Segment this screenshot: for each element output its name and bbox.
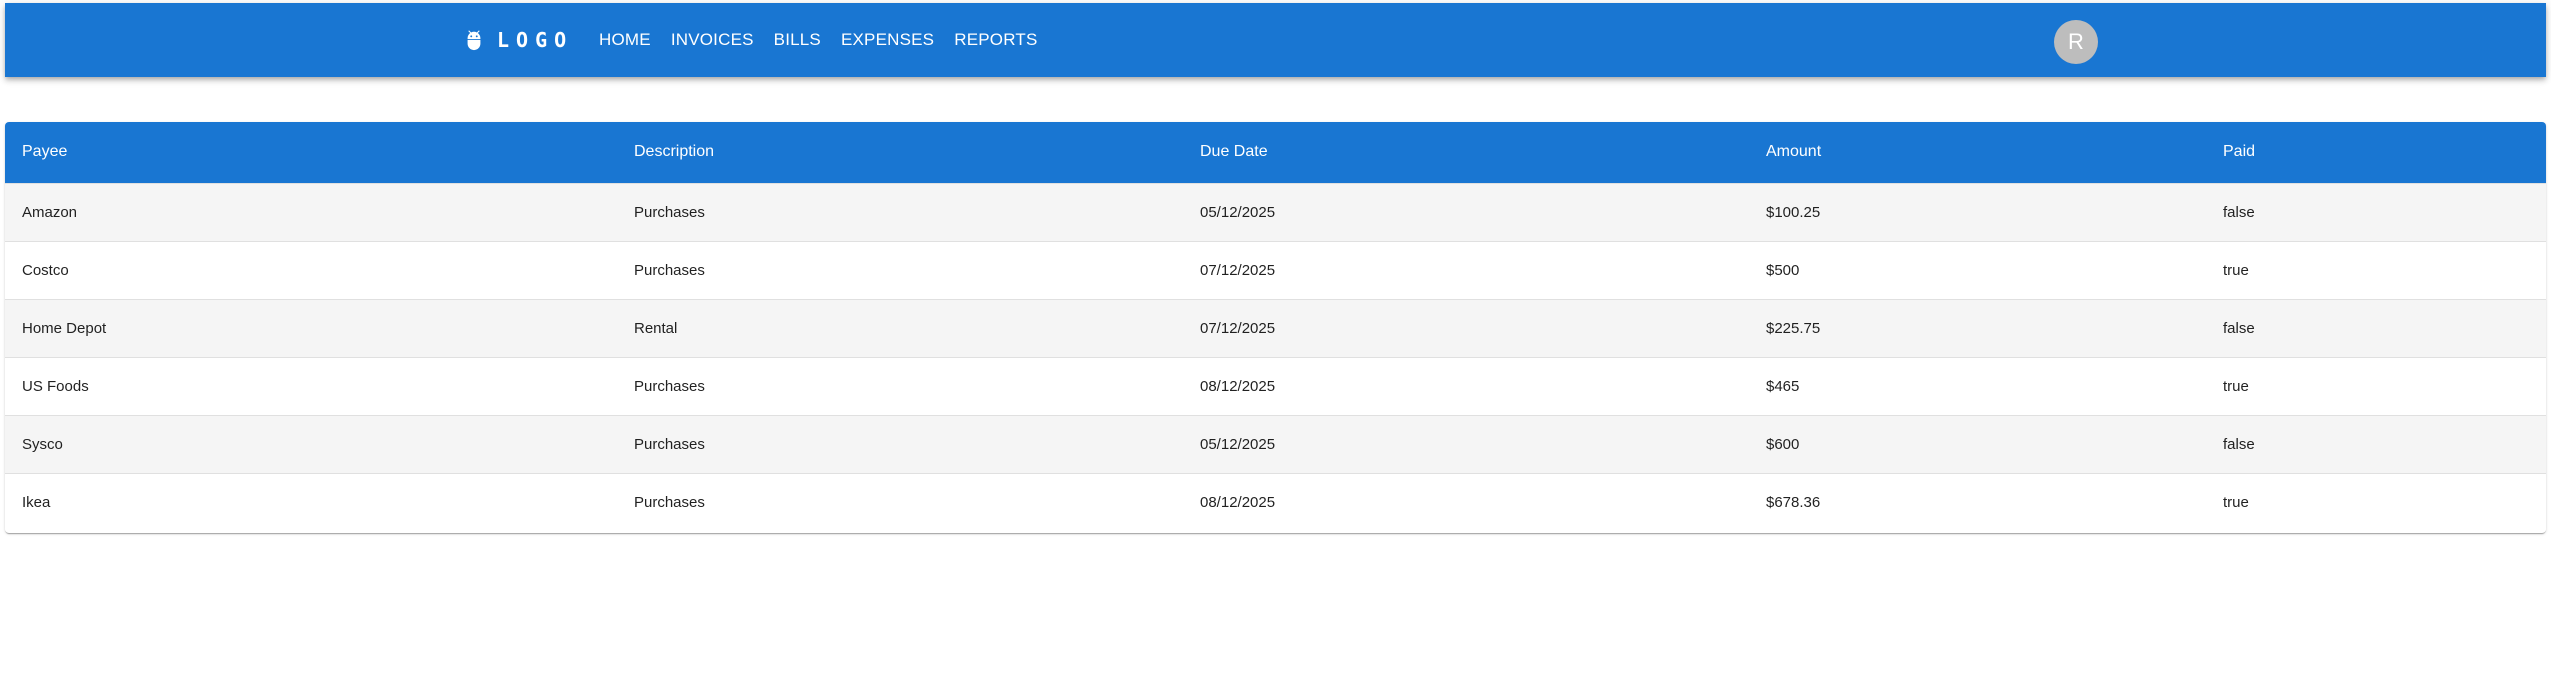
cell-payee: US Foods [22,377,89,395]
brand[interactable]: LOGO [461,3,573,77]
cell-amount: $465 [1766,377,1800,395]
table-row: Amazon Purchases 05/12/2025 $100.25 fals… [5,183,2546,241]
bills-table-container: Payee Description Due Date Amount Paid A… [5,122,2546,533]
cell-description: Purchases [634,261,705,279]
table-row: Costco Purchases 07/12/2025 $500 true [5,241,2546,299]
cell-payee: Amazon [22,203,78,221]
nav-home[interactable]: HOME [589,20,661,60]
cell-description: Purchases [634,203,705,221]
cell-due-date: 05/12/2025 [1200,203,1276,221]
adb-icon [461,27,487,53]
table-row: Home Depot Rental 07/12/2025 $225.75 fal… [5,299,2546,357]
table-row: Ikea Purchases 08/12/2025 $678.36 true [5,473,2546,531]
cell-description: Purchases [634,377,705,395]
cell-paid: false [2223,319,2255,337]
cell-due-date: 05/12/2025 [1200,435,1276,453]
cell-paid: false [2223,203,2255,221]
cell-payee: Home Depot [22,319,107,337]
cell-payee: Sysco [22,435,63,453]
nav-expenses[interactable]: EXPENSES [831,20,944,60]
cell-amount: $100.25 [1766,203,1821,221]
cell-paid: true [2223,377,2249,395]
cell-amount: $500 [1766,261,1800,279]
cell-amount: $225.75 [1766,319,1821,337]
cell-payee: Costco [22,261,69,279]
column-header-amount: Amount [1766,143,1822,161]
table-row: US Foods Purchases 08/12/2025 $465 true [5,357,2546,415]
nav-reports[interactable]: REPORTS [944,20,1047,60]
cell-payee: Ikea [22,493,51,511]
nav-invoices[interactable]: INVOICES [661,20,764,60]
cell-due-date: 07/12/2025 [1200,261,1276,279]
cell-description: Purchases [634,493,705,511]
column-header-due-date: Due Date [1200,143,1268,161]
cell-due-date: 08/12/2025 [1200,493,1276,511]
cell-paid: false [2223,435,2255,453]
brand-logo-text: LOGO [497,28,574,52]
table-header-row: Payee Description Due Date Amount Paid [5,122,2546,183]
user-avatar[interactable]: R [2054,20,2098,64]
column-header-payee: Payee [22,143,68,161]
cell-description: Purchases [634,435,705,453]
cell-paid: true [2223,261,2249,279]
cell-due-date: 08/12/2025 [1200,377,1276,395]
main-nav: HOME INVOICES BILLS EXPENSES REPORTS [589,3,1048,77]
app-bar: LOGO HOME INVOICES BILLS EXPENSES REPORT… [5,3,2546,77]
table-row: Sysco Purchases 05/12/2025 $600 false [5,415,2546,473]
cell-amount: $678.36 [1766,493,1821,511]
column-header-description: Description [634,143,715,161]
nav-bills[interactable]: BILLS [764,20,831,60]
cell-description: Rental [634,319,678,337]
cell-amount: $600 [1766,435,1800,453]
bills-table: Payee Description Due Date Amount Paid A… [5,122,2546,531]
cell-due-date: 07/12/2025 [1200,319,1276,337]
column-header-paid: Paid [2223,143,2256,161]
cell-paid: true [2223,493,2249,511]
